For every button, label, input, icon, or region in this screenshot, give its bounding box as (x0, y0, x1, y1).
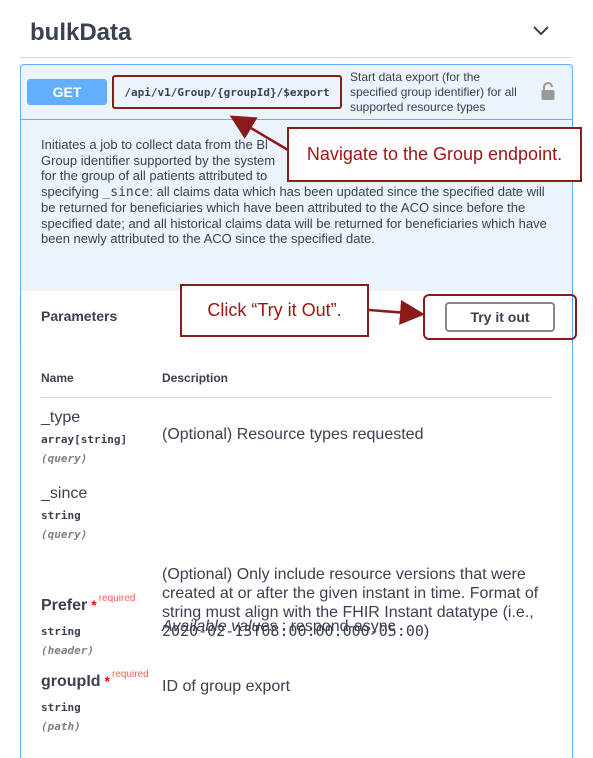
parameters-table: Name Description _type array[string] (qu… (21, 341, 572, 758)
param-type-prefer: string (41, 625, 81, 638)
param-desc-groupid: ID of group export (162, 678, 291, 695)
param-type-type: array[string] (41, 433, 128, 446)
lock-icon[interactable] (540, 81, 556, 101)
parameters-label: Parameters (41, 308, 118, 324)
param-desc-type: (Optional) Resource types requested (162, 426, 424, 443)
annotation-navigate: Navigate to the Group endpoint. (287, 127, 582, 182)
header-divider (41, 397, 552, 398)
param-type-since: string (41, 509, 81, 522)
param-in-since: (query) (41, 528, 88, 541)
annotation-try-it-out: Click “Try it Out”. (180, 284, 369, 337)
param-in-prefer: (header) (41, 644, 94, 657)
column-header-description: Description (162, 371, 229, 385)
param-in-groupid: (path) (41, 720, 81, 733)
section-header[interactable]: bulkData (20, 0, 573, 58)
http-method-badge: GET (27, 79, 107, 105)
param-name-since: _since (41, 485, 88, 502)
chevron-down-icon[interactable] (531, 20, 551, 40)
param-in-type: (query) (41, 452, 88, 465)
param-name-type: _type (41, 409, 81, 426)
column-header-name: Name (41, 371, 74, 385)
swagger-page: bulkData GET /api/v1/Group/{groupId}/$ex… (0, 0, 593, 758)
try-it-out-button[interactable]: Try it out (445, 302, 555, 332)
param-desc-prefer: Available values : respond-async (162, 618, 396, 635)
operation-summary-text: Start data export (for the specified gro… (350, 70, 517, 114)
operation-summary[interactable]: GET /api/v1/Group/{groupId}/$export Star… (21, 65, 572, 120)
try-it-out-highlight: Try it out (423, 294, 577, 340)
param-name-groupid: groupId * required (41, 669, 149, 690)
param-type-groupid: string (41, 701, 81, 714)
section-title: bulkData (30, 19, 132, 46)
endpoint-path[interactable]: /api/v1/Group/{groupId}/$export (112, 75, 342, 109)
since-code: _since (102, 184, 150, 200)
param-name-prefer: Prefer * required (41, 593, 136, 614)
